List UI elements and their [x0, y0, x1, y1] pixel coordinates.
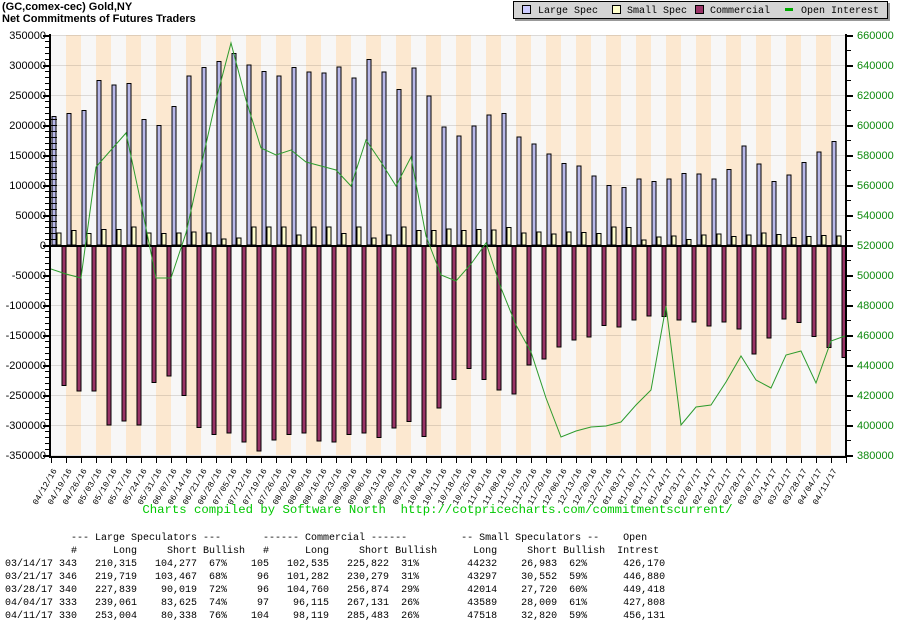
svg-text:380000: 380000 [857, 450, 894, 462]
svg-text:(GC,comex-cec) Gold,NY: (GC,comex-cec) Gold,NY [2, 1, 133, 13]
svg-text:580000: 580000 [857, 150, 894, 162]
svg-text:-100000: -100000 [6, 300, 46, 312]
svg-text:-50000: -50000 [12, 270, 46, 282]
svg-text:400000: 400000 [857, 420, 894, 432]
svg-text:-350000: -350000 [6, 450, 46, 462]
svg-text:560000: 560000 [857, 180, 894, 192]
svg-text:520000: 520000 [857, 240, 894, 252]
svg-text:620000: 620000 [857, 90, 894, 102]
svg-text:640000: 640000 [857, 60, 894, 72]
svg-text:Commercial: Commercial [710, 5, 770, 17]
svg-text:500000: 500000 [857, 270, 894, 282]
svg-text:-200000: -200000 [6, 360, 46, 372]
svg-text:460000: 460000 [857, 330, 894, 342]
svg-text:Small Spec: Small Spec [627, 5, 687, 17]
svg-text:-250000: -250000 [6, 390, 46, 402]
svg-text:440000: 440000 [857, 360, 894, 372]
svg-text:-300000: -300000 [6, 420, 46, 432]
svg-text:Open Interest: Open Interest [801, 6, 879, 17]
svg-text:420000: 420000 [857, 390, 894, 402]
svg-text:200000: 200000 [9, 120, 46, 132]
svg-text:100000: 100000 [9, 180, 46, 192]
svg-text:Large Spec: Large Spec [538, 6, 598, 17]
svg-text:50000: 50000 [15, 210, 46, 222]
svg-text:-150000: -150000 [6, 330, 46, 342]
svg-text:0: 0 [40, 240, 46, 252]
svg-text:480000: 480000 [857, 300, 894, 312]
svg-text:540000: 540000 [857, 210, 894, 222]
svg-text:300000: 300000 [9, 60, 46, 72]
svg-text:150000: 150000 [9, 150, 46, 162]
svg-text:350000: 350000 [9, 30, 46, 42]
svg-text:600000: 600000 [857, 120, 894, 132]
svg-text:250000: 250000 [9, 90, 46, 102]
svg-text:660000: 660000 [857, 30, 894, 42]
svg-text:Net Commitments of Futures Tra: Net Commitments of Futures Traders [2, 13, 196, 25]
